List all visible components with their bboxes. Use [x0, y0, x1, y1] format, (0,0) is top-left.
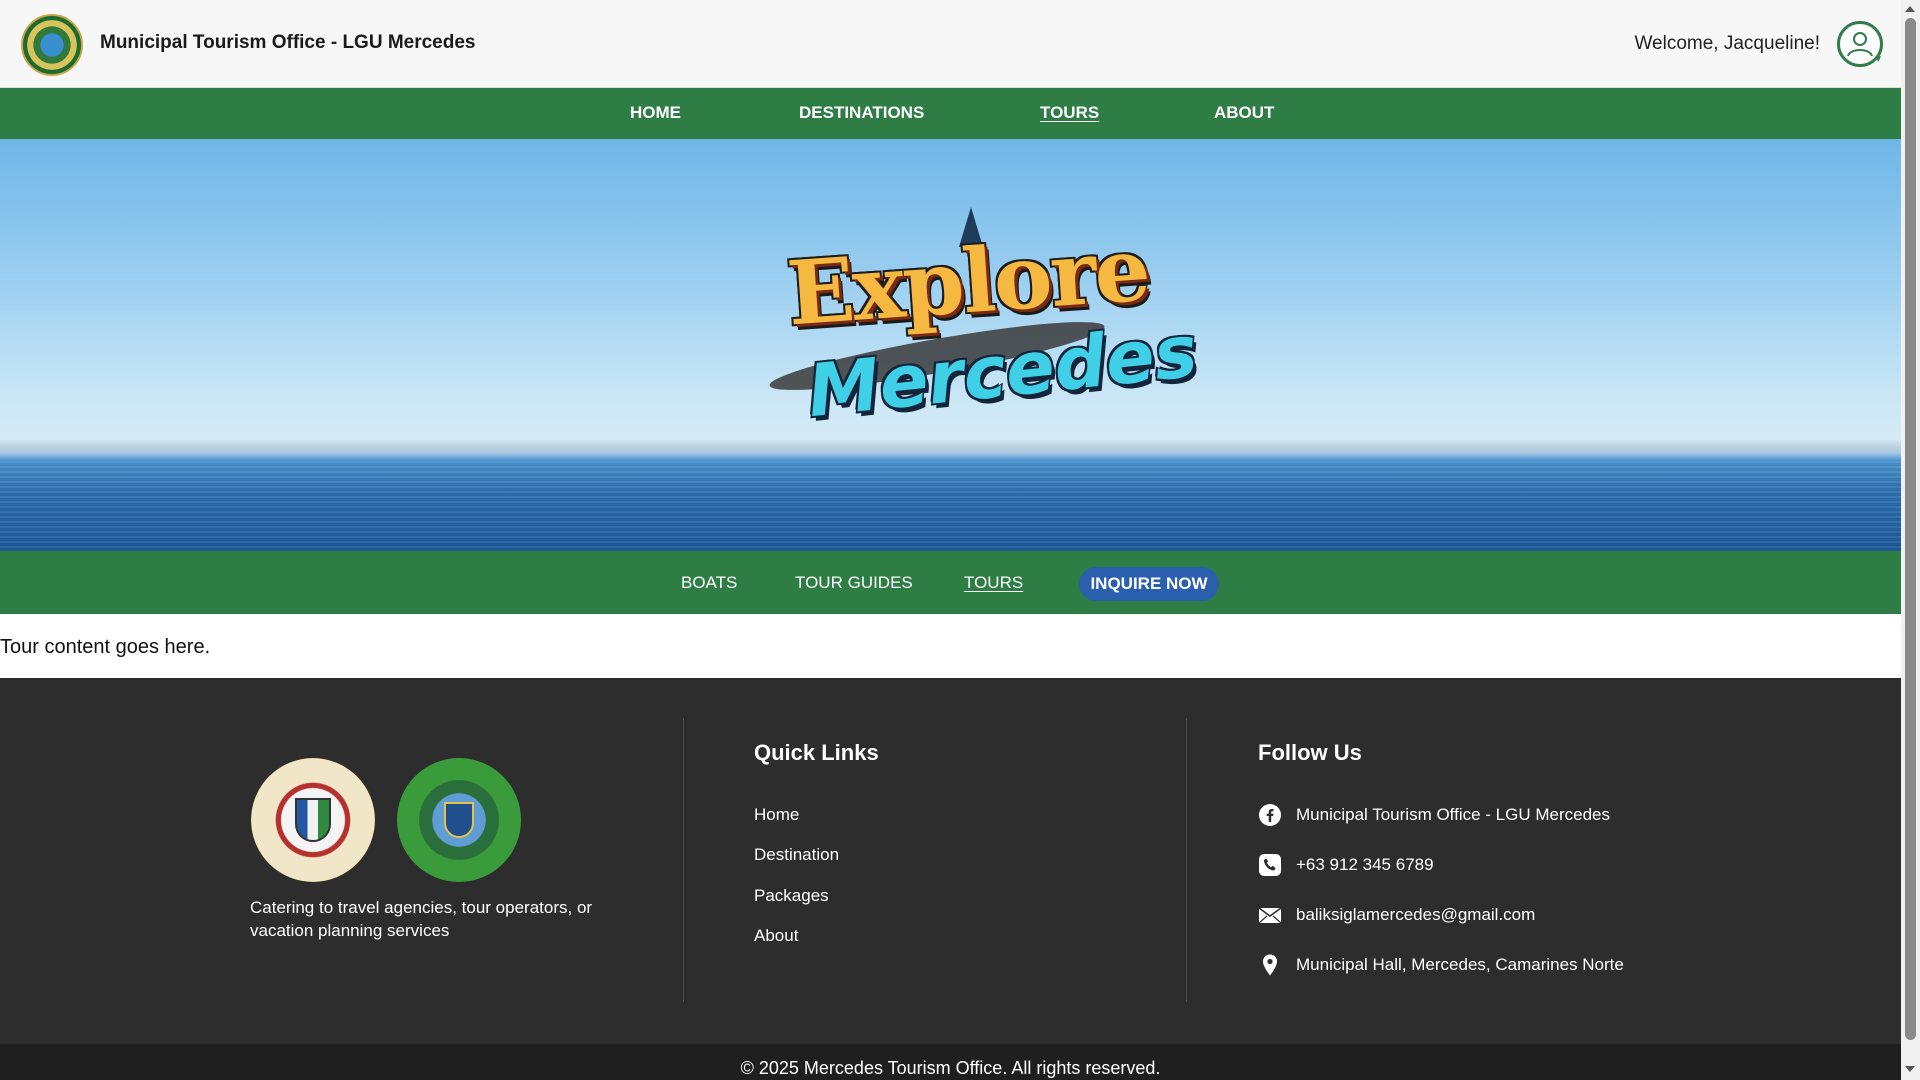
footer-tagline: Catering to travel agencies, tour operat…: [250, 898, 593, 940]
chevron-down-icon[interactable]: ▾: [1875, 52, 1881, 65]
tourism-office-seal: [397, 758, 521, 882]
site-title: Municipal Tourism Office - LGU Mercedes: [100, 32, 476, 53]
scroll-up-icon[interactable]: [1905, 6, 1915, 12]
mail-icon: [1258, 903, 1282, 927]
vertical-scrollbar[interactable]: [1901, 0, 1920, 1080]
follow-us-title: Follow Us: [1258, 740, 1362, 765]
subnav-tour-guides[interactable]: TOUR GUIDES: [795, 573, 913, 593]
scroll-down-icon[interactable]: [1905, 1066, 1915, 1072]
horizon-haze: [0, 439, 1901, 457]
footer-link-destination[interactable]: Destination: [754, 845, 839, 865]
nav-tours[interactable]: TOURS: [1040, 103, 1099, 123]
welcome-text: Welcome, Jacqueline!: [1634, 33, 1820, 54]
municipality-seal: [251, 758, 375, 882]
follow-email-text: baliksiglamercedes@gmail.com: [1296, 905, 1536, 924]
user-icon: [1847, 32, 1873, 57]
copyright-bar: © 2025 Mercedes Tourism Office. All righ…: [0, 1044, 1901, 1080]
footer: Catering to travel agencies, tour operat…: [0, 678, 1901, 1044]
follow-phone[interactable]: +63 912 345 6789: [1258, 852, 1434, 878]
inquire-now-button[interactable]: INQUIRE NOW: [1079, 567, 1219, 601]
follow-facebook[interactable]: Municipal Tourism Office - LGU Mercedes: [1258, 802, 1610, 828]
subnav-tours[interactable]: TOURS: [964, 573, 1023, 593]
quick-links-title: Quick Links: [754, 740, 879, 765]
hero-banner: Explore Mercedes: [0, 139, 1901, 551]
follow-address[interactable]: Municipal Hall, Mercedes, Camarines Nort…: [1258, 952, 1624, 978]
sea-waves: [0, 461, 1901, 551]
seal-shield: [444, 802, 474, 838]
facebook-icon: [1258, 803, 1282, 827]
main-nav: HOME DESTINATIONS TOURS ABOUT: [0, 88, 1901, 139]
follow-address-text: Municipal Hall, Mercedes, Camarines Nort…: [1296, 955, 1624, 974]
location-pin-icon: [1258, 953, 1282, 977]
footer-link-home[interactable]: Home: [754, 805, 799, 825]
seal-shield: [295, 798, 331, 842]
copyright-text: © 2025 Mercedes Tourism Office. All righ…: [740, 1058, 1161, 1078]
sub-nav: BOATS TOUR GUIDES TOURS INQUIRE NOW: [0, 551, 1901, 614]
footer-divider: [683, 718, 684, 1002]
site-logo[interactable]: [21, 14, 83, 76]
page: Municipal Tourism Office - LGU Mercedes …: [0, 0, 1901, 1080]
nav-destinations[interactable]: DESTINATIONS: [799, 103, 924, 123]
top-header: Municipal Tourism Office - LGU Mercedes …: [0, 0, 1901, 88]
tour-content: Tour content goes here.: [0, 636, 211, 658]
scroll-thumb[interactable]: [1905, 18, 1916, 1040]
footer-link-about[interactable]: About: [754, 926, 798, 946]
phone-icon: [1258, 853, 1282, 877]
follow-phone-text: +63 912 345 6789: [1296, 855, 1434, 874]
footer-link-packages[interactable]: Packages: [754, 886, 829, 906]
follow-email[interactable]: baliksiglamercedes@gmail.com: [1258, 902, 1535, 928]
footer-divider: [1186, 718, 1187, 1002]
explore-mercedes-logo: Explore Mercedes: [766, 207, 1201, 433]
follow-facebook-text: Municipal Tourism Office - LGU Mercedes: [1296, 805, 1610, 824]
subnav-boats[interactable]: BOATS: [681, 573, 737, 593]
nav-about[interactable]: ABOUT: [1214, 103, 1274, 123]
nav-home[interactable]: HOME: [630, 103, 681, 123]
